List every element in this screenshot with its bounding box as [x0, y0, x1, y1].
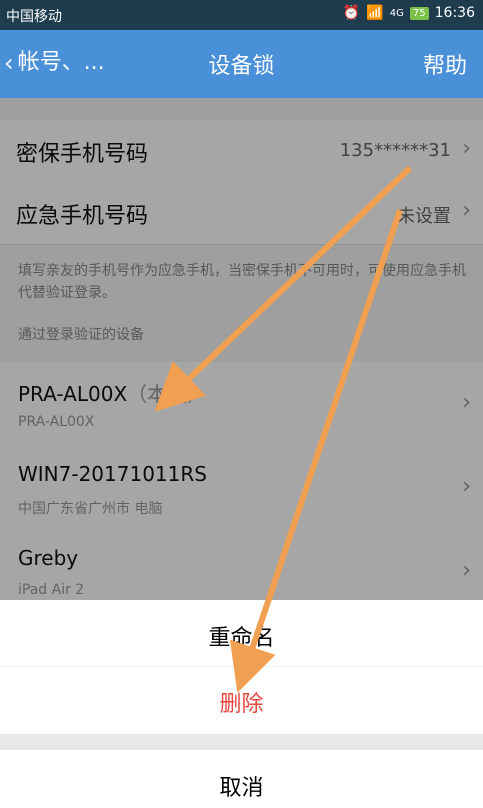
- dim-overlay[interactable]: [0, 98, 483, 600]
- clock-label: 16:36: [434, 5, 475, 21]
- rename-button[interactable]: 重命名: [0, 620, 483, 652]
- status-bar: 中国移动 ⏰ 📶 4G 75 16:36: [0, 0, 483, 30]
- nav-bar: ‹ 帐号、... 设备锁 帮助: [0, 30, 483, 98]
- help-button[interactable]: 帮助: [423, 48, 467, 80]
- delete-button[interactable]: 删除: [0, 686, 483, 718]
- alarm-icon: ⏰: [342, 5, 361, 21]
- action-sheet: 重命名 删除 取消: [0, 600, 483, 808]
- divider: [0, 734, 483, 750]
- page-title: 设备锁: [208, 54, 275, 79]
- cancel-button[interactable]: 取消: [0, 770, 483, 802]
- status-icons: ⏰ 📶 4G 75 16:36: [343, 5, 475, 21]
- divider: [0, 666, 483, 667]
- wifi-icon: 📶: [366, 5, 384, 21]
- carrier-label: 中国移动: [6, 9, 62, 25]
- network-label: 4G: [389, 7, 404, 19]
- battery-icon: 75: [409, 6, 429, 20]
